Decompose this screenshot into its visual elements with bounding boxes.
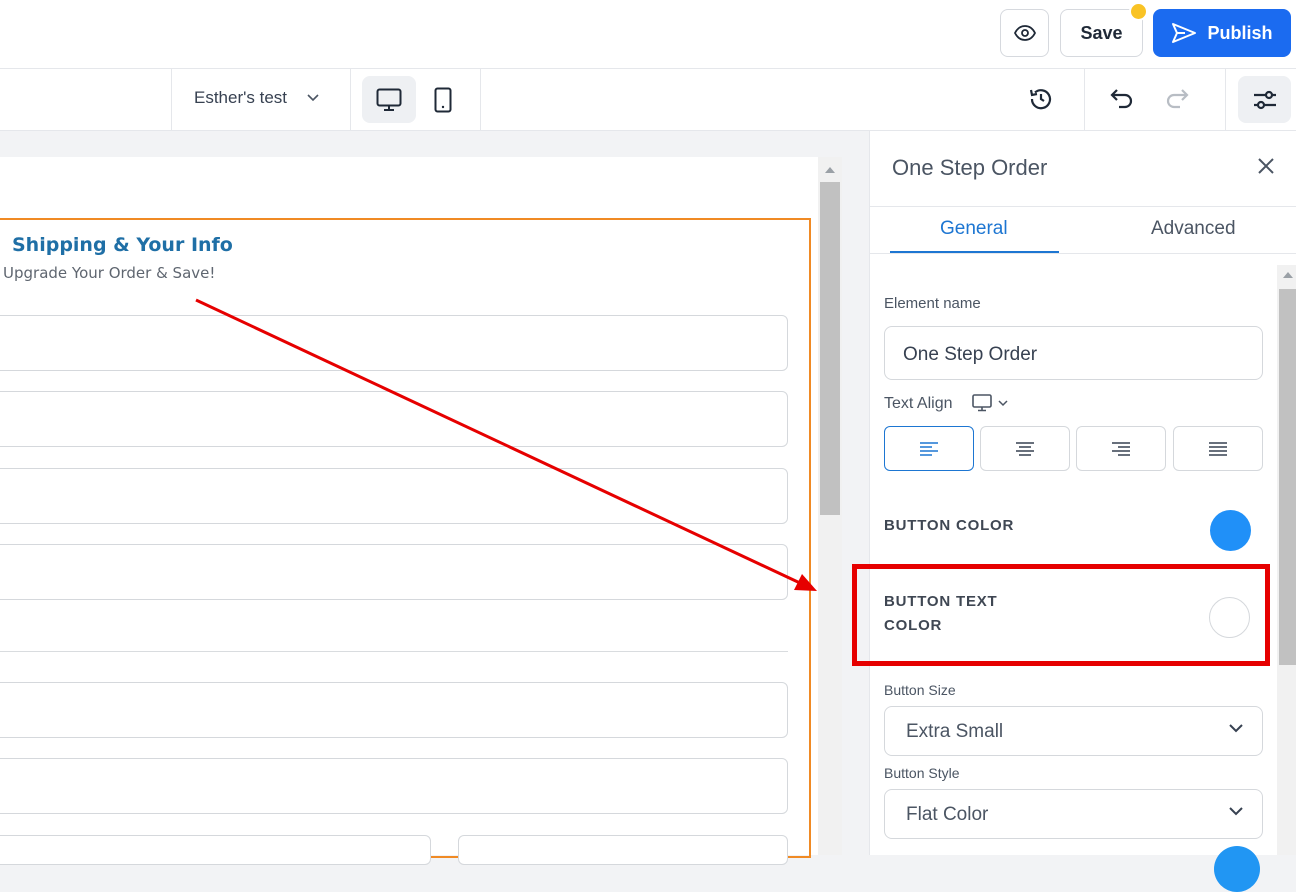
preview-button[interactable] bbox=[1000, 9, 1049, 57]
redo-icon bbox=[1166, 89, 1189, 109]
publish-button[interactable]: Publish bbox=[1153, 9, 1291, 57]
form-field[interactable] bbox=[0, 682, 788, 738]
align-justify-button[interactable] bbox=[1173, 426, 1263, 471]
align-right-button[interactable] bbox=[1076, 426, 1166, 471]
undo-icon bbox=[1110, 89, 1133, 109]
settings-toggle-button[interactable] bbox=[1238, 76, 1291, 123]
panel-title: One Step Order bbox=[892, 155, 1048, 180]
form-field[interactable] bbox=[0, 758, 788, 814]
page-selector[interactable]: Esther's test bbox=[194, 88, 319, 108]
divider bbox=[1084, 69, 1085, 131]
canvas-scrollbar-thumb[interactable] bbox=[820, 182, 840, 515]
button-color-swatch[interactable] bbox=[1210, 510, 1251, 551]
color-swatch-partial[interactable] bbox=[1214, 846, 1260, 892]
align-center-button[interactable] bbox=[980, 426, 1070, 471]
form-title: Shipping & Your Info bbox=[12, 234, 233, 256]
responsive-device-toggle[interactable] bbox=[972, 394, 1008, 412]
unsaved-indicator-dot bbox=[1129, 2, 1148, 21]
eye-icon bbox=[1013, 25, 1036, 41]
tab-general[interactable]: General bbox=[940, 218, 1008, 240]
tab-advanced[interactable]: Advanced bbox=[1151, 218, 1236, 240]
form-field[interactable] bbox=[0, 544, 788, 600]
button-size-label: Button Size bbox=[884, 682, 956, 698]
divider bbox=[1225, 69, 1226, 131]
history-button[interactable] bbox=[1026, 84, 1056, 114]
annotation-highlight-box bbox=[852, 564, 1270, 666]
form-divider bbox=[0, 651, 788, 652]
undo-button[interactable] bbox=[1107, 84, 1137, 114]
editor-toolbar: Esther's test bbox=[0, 69, 1296, 131]
divider bbox=[870, 206, 1296, 207]
divider bbox=[480, 69, 481, 131]
send-icon bbox=[1172, 23, 1197, 43]
form-field[interactable] bbox=[0, 315, 788, 371]
redo-button[interactable] bbox=[1162, 84, 1192, 114]
element-name-label: Element name bbox=[884, 295, 981, 312]
divider bbox=[171, 69, 172, 131]
form-field[interactable] bbox=[0, 835, 431, 865]
mobile-view-button[interactable] bbox=[416, 76, 470, 123]
history-icon bbox=[1029, 89, 1052, 110]
align-center-icon bbox=[1016, 441, 1034, 456]
sliders-icon bbox=[1253, 90, 1276, 109]
form-field[interactable] bbox=[0, 391, 788, 447]
element-name-input[interactable]: One Step Order bbox=[884, 326, 1263, 380]
chevron-down-icon bbox=[998, 399, 1008, 406]
align-right-icon bbox=[1112, 441, 1130, 456]
form-field[interactable] bbox=[458, 835, 788, 865]
chevron-down-icon bbox=[1229, 724, 1243, 733]
button-color-label: BUTTON COLOR bbox=[884, 517, 1015, 534]
divider bbox=[870, 253, 1296, 254]
mobile-icon bbox=[434, 87, 452, 112]
text-align-label: Text Align bbox=[884, 395, 953, 412]
button-size-select[interactable]: Extra Small bbox=[884, 706, 1263, 756]
form-field[interactable] bbox=[0, 468, 788, 524]
desktop-view-button[interactable] bbox=[362, 76, 416, 123]
scroll-up-arrow-icon[interactable] bbox=[825, 167, 835, 173]
panel-scrollbar-thumb[interactable] bbox=[1279, 289, 1296, 665]
align-left-icon bbox=[920, 441, 938, 456]
desktop-icon bbox=[376, 88, 402, 111]
align-left-button[interactable] bbox=[884, 426, 974, 471]
divider bbox=[350, 69, 351, 131]
close-panel-button[interactable] bbox=[1253, 153, 1279, 179]
chevron-down-icon bbox=[307, 94, 319, 102]
chevron-down-icon bbox=[1229, 807, 1243, 816]
button-style-label: Button Style bbox=[884, 765, 960, 781]
button-style-select[interactable]: Flat Color bbox=[884, 789, 1263, 839]
align-justify-icon bbox=[1209, 441, 1227, 456]
desktop-icon bbox=[972, 394, 992, 412]
close-icon bbox=[1258, 158, 1274, 174]
form-subtitle: Upgrade Your Order & Save! bbox=[3, 264, 216, 282]
scroll-up-arrow-icon[interactable] bbox=[1283, 272, 1293, 278]
